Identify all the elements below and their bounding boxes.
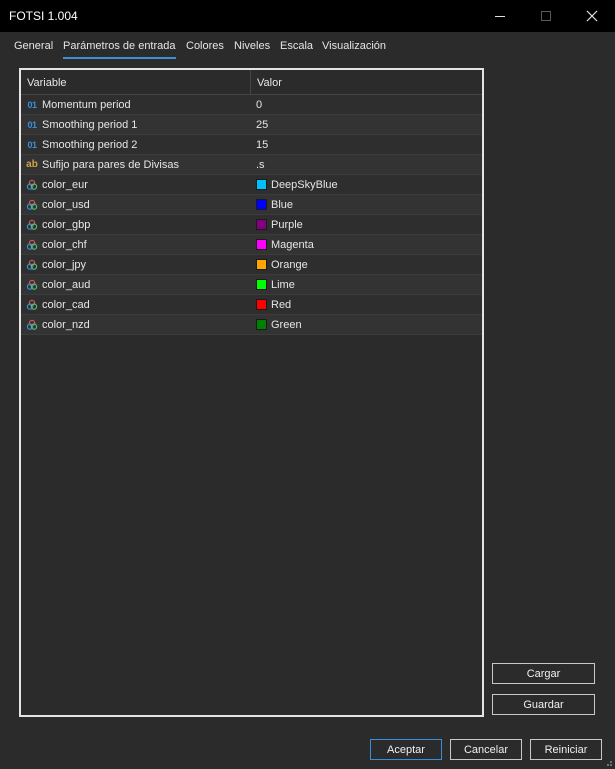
row-value[interactable]: 0 [256,99,262,111]
row-variable: Smoothing period 2 [42,139,138,151]
color-swatch[interactable] [256,199,267,210]
row-value[interactable]: .s [256,159,265,171]
window-title: FOTSI 1.004 [9,9,78,23]
close-icon [586,10,598,22]
row-value[interactable]: 15 [256,139,268,151]
row-value[interactable]: Red [271,299,291,311]
row-value[interactable]: 25 [256,119,268,131]
minimize-button[interactable] [477,0,523,32]
row-variable: Smoothing period 1 [42,119,138,131]
row-variable: color_nzd [42,319,90,331]
table-row[interactable]: color_cad Red [21,295,482,315]
maximize-button [523,0,569,32]
row-variable: color_cad [42,299,90,311]
row-variable: color_gbp [42,219,91,231]
color-type-icon [26,299,38,310]
string-type-icon: ab [26,159,38,170]
row-value[interactable]: Magenta [271,239,314,251]
dialog-window: FOTSI 1.004 General Parámetros de entrad… [0,0,615,769]
table-row[interactable]: color_nzd Green [21,315,482,335]
table-row[interactable]: color_jpy Orange [21,255,482,275]
row-variable: color_chf [42,239,87,251]
column-header-variable[interactable]: Variable [27,77,67,89]
table-row[interactable]: ab Sufijo para pares de Divisas .s [21,155,482,175]
tab-colors[interactable]: Colores [186,40,224,58]
table-row[interactable]: color_eur DeepSkyBlue [21,175,482,195]
close-button[interactable] [569,0,615,32]
color-type-icon [26,279,38,290]
color-type-icon [26,219,38,230]
column-header-value[interactable]: Valor [257,77,282,89]
save-button[interactable]: Guardar [492,694,595,715]
color-swatch[interactable] [256,279,267,290]
color-swatch[interactable] [256,219,267,230]
color-type-icon [26,319,38,330]
row-variable: Sufijo para pares de Divisas [42,159,179,171]
row-value[interactable]: Lime [271,279,295,291]
reset-button[interactable]: Reiniciar [530,739,602,760]
color-swatch[interactable] [256,239,267,250]
table-body: 01 Momentum period 0 01 Smoothing period… [21,95,482,335]
table-row[interactable]: color_aud Lime [21,275,482,295]
row-variable: color_aud [42,279,91,291]
minimize-icon [495,15,505,17]
row-variable: color_jpy [42,259,87,271]
color-swatch[interactable] [256,179,267,190]
table-row[interactable]: color_gbp Purple [21,215,482,235]
color-type-icon [26,179,38,190]
table-row[interactable]: color_chf Magenta [21,235,482,255]
table-row[interactable]: 01 Smoothing period 1 25 [21,115,482,135]
tab-scale[interactable]: Escala [280,40,313,58]
table-row[interactable]: 01 Momentum period 0 [21,95,482,115]
row-value[interactable]: Green [271,319,302,331]
table-row[interactable]: color_usd Blue [21,195,482,215]
color-type-icon [26,239,38,250]
parameters-table: Variable Valor 01 Momentum period 0 01 S… [19,68,484,717]
color-type-icon [26,259,38,270]
row-value[interactable]: Orange [271,259,308,271]
row-variable: Momentum period [42,99,131,111]
color-swatch[interactable] [256,299,267,310]
cancel-button[interactable]: Cancelar [450,739,522,760]
tab-levels[interactable]: Niveles [234,40,270,58]
color-swatch[interactable] [256,319,267,330]
table-header: Variable Valor [21,70,482,95]
color-swatch[interactable] [256,259,267,270]
row-value[interactable]: DeepSkyBlue [271,179,338,191]
ok-button[interactable]: Aceptar [370,739,442,760]
row-value[interactable]: Blue [271,199,293,211]
tab-input-parameters[interactable]: Parámetros de entrada [63,40,176,59]
load-button[interactable]: Cargar [492,663,595,684]
integer-type-icon: 01 [27,100,37,110]
tab-visualization[interactable]: Visualización [322,40,386,58]
table-row[interactable]: 01 Smoothing period 2 15 [21,135,482,155]
integer-type-icon: 01 [27,120,37,130]
row-value[interactable]: Purple [271,219,303,231]
color-type-icon [26,199,38,210]
row-variable: color_usd [42,199,90,211]
tab-bar: General Parámetros de entrada Colores Ni… [0,38,615,60]
title-bar[interactable]: FOTSI 1.004 [0,0,615,32]
resize-grip-icon[interactable] [603,757,613,767]
maximize-icon [541,11,551,21]
integer-type-icon: 01 [27,140,37,150]
row-variable: color_eur [42,179,88,191]
tab-general[interactable]: General [14,40,53,58]
